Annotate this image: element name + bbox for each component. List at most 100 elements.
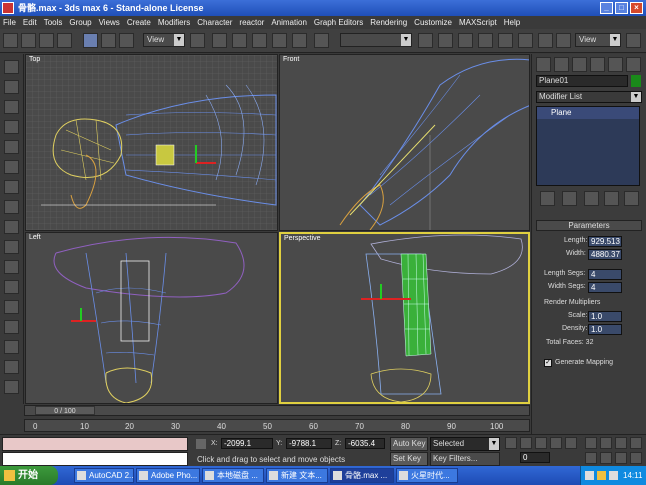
axis-constraint-icon[interactable] — [212, 33, 227, 48]
menu-reactor[interactable]: reactor — [239, 16, 264, 29]
task-autocad[interactable]: AutoCAD 2... — [74, 468, 134, 483]
window-crossing-icon[interactable] — [57, 33, 72, 48]
tool-10-icon[interactable] — [4, 240, 19, 254]
viewport-front[interactable]: Front — [279, 54, 530, 231]
time-slider-thumb[interactable]: 0 / 100 — [35, 406, 95, 415]
align-icon[interactable] — [438, 33, 453, 48]
object-name-field[interactable]: Plane01 — [536, 75, 628, 87]
tool-15-icon[interactable] — [4, 340, 19, 354]
current-frame-field[interactable]: 0 — [520, 452, 550, 463]
viewport-perspective[interactable]: Perspective — [279, 232, 530, 404]
menu-help[interactable]: Help — [504, 16, 520, 29]
goto-start-icon[interactable] — [505, 437, 517, 449]
percent-snap-icon[interactable] — [272, 33, 287, 48]
display-tab-icon[interactable] — [608, 57, 623, 72]
select-icon[interactable] — [3, 33, 18, 48]
tool-1-icon[interactable] — [4, 60, 19, 74]
density-input[interactable]: 1.0 — [588, 324, 622, 335]
scale-input[interactable]: 1.0 — [588, 311, 622, 322]
key-filters-button[interactable]: Key Filters... — [430, 452, 500, 466]
lock-icon[interactable] — [196, 439, 206, 449]
rotate-icon[interactable] — [101, 33, 116, 48]
reference-coord-dropdown[interactable]: View ▼ — [143, 33, 185, 47]
show-end-result-icon[interactable] — [562, 191, 577, 206]
goto-end-icon[interactable] — [565, 437, 577, 449]
menu-character[interactable]: Character — [197, 16, 232, 29]
schematic-view-icon[interactable] — [498, 33, 513, 48]
maximize-button[interactable]: □ — [615, 2, 628, 14]
tray-icon[interactable] — [585, 471, 594, 480]
layer-manager-icon[interactable] — [458, 33, 473, 48]
length-segs-input[interactable]: 4 — [588, 269, 622, 280]
remove-modifier-icon[interactable] — [604, 191, 619, 206]
zoom-icon[interactable] — [585, 437, 597, 449]
task-3dsmax[interactable]: 骨骼.max ... — [330, 468, 394, 483]
curve-editor-icon[interactable] — [478, 33, 493, 48]
named-selection-dropdown[interactable]: ▼ — [340, 33, 412, 47]
menu-group[interactable]: Group — [69, 16, 91, 29]
select-by-name-icon[interactable] — [21, 33, 36, 48]
generate-mapping-checkbox[interactable]: ✓ — [544, 359, 552, 367]
pin-stack-icon[interactable] — [540, 191, 555, 206]
key-mode-dropdown[interactable]: Selected ▼ — [430, 437, 500, 451]
teapot-render-icon[interactable] — [626, 33, 641, 48]
modify-tab-icon[interactable] — [554, 57, 569, 72]
render-type-dropdown[interactable]: View ▼ — [575, 33, 621, 47]
create-tab-icon[interactable] — [536, 57, 551, 72]
stack-item-plane[interactable]: Plane — [537, 107, 639, 119]
tool-8-icon[interactable] — [4, 200, 19, 214]
task-text-file[interactable]: 新建 文本... — [266, 468, 328, 483]
move-icon[interactable] — [83, 33, 98, 48]
tool-11-icon[interactable] — [4, 260, 19, 274]
named-selection-icon[interactable] — [314, 33, 329, 48]
menu-modifiers[interactable]: Modifiers — [158, 16, 190, 29]
pivot-icon[interactable] — [190, 33, 205, 48]
minimize-button[interactable]: _ — [600, 2, 613, 14]
task-local-disk[interactable]: 本地磁盘 ... — [202, 468, 264, 483]
width-segs-input[interactable]: 4 — [588, 282, 622, 293]
task-browser[interactable]: 火星时代... — [396, 468, 458, 483]
field-of-view-icon[interactable] — [585, 452, 597, 464]
tray-icon[interactable] — [597, 471, 606, 480]
close-button[interactable]: × — [630, 2, 643, 14]
render-scene-icon[interactable] — [538, 33, 553, 48]
utilities-tab-icon[interactable] — [626, 57, 641, 72]
tool-2-icon[interactable] — [4, 80, 19, 94]
angle-snap-icon[interactable] — [252, 33, 267, 48]
viewport-left[interactable]: Left — [25, 232, 278, 404]
tool-6-icon[interactable] — [4, 160, 19, 174]
tool-13-icon[interactable] — [4, 300, 19, 314]
previous-frame-icon[interactable] — [520, 437, 532, 449]
tool-4-icon[interactable] — [4, 120, 19, 134]
zoom-extents-all-icon[interactable] — [630, 437, 642, 449]
z-coordinate-field[interactable]: -6035.4 — [345, 438, 385, 449]
parameters-rollout-header[interactable]: Parameters — [536, 220, 642, 231]
tool-9-icon[interactable] — [4, 220, 19, 234]
start-button[interactable]: 开始 — [0, 466, 58, 485]
menu-file[interactable]: File — [3, 16, 16, 29]
viewport-top[interactable]: Top — [25, 54, 278, 231]
zoom-all-icon[interactable] — [600, 437, 612, 449]
hierarchy-tab-icon[interactable] — [572, 57, 587, 72]
tool-12-icon[interactable] — [4, 280, 19, 294]
snap-icon[interactable] — [232, 33, 247, 48]
tool-3-icon[interactable] — [4, 100, 19, 114]
time-slider[interactable]: 0 / 100 — [24, 405, 530, 416]
zoom-extents-icon[interactable] — [615, 437, 627, 449]
object-color-swatch[interactable] — [631, 75, 641, 87]
maximize-viewport-icon[interactable] — [630, 452, 642, 464]
motion-tab-icon[interactable] — [590, 57, 605, 72]
x-coordinate-field[interactable]: -2099.1 — [221, 438, 273, 449]
menu-maxscript[interactable]: MAXScript — [459, 16, 497, 29]
pan-icon[interactable] — [600, 452, 612, 464]
menu-views[interactable]: Views — [99, 16, 120, 29]
task-photoshop[interactable]: Adobe Pho... — [136, 468, 200, 483]
spinner-snap-icon[interactable] — [292, 33, 307, 48]
menu-tools[interactable]: Tools — [44, 16, 63, 29]
tool-16-icon[interactable] — [4, 360, 19, 374]
auto-key-button[interactable]: Auto Key — [390, 437, 428, 451]
scale-icon[interactable] — [119, 33, 134, 48]
maxscript-input[interactable] — [2, 452, 188, 466]
track-bar[interactable]: 0 10 20 30 40 50 60 70 80 90 100 — [24, 419, 530, 432]
volume-icon[interactable] — [609, 471, 618, 480]
